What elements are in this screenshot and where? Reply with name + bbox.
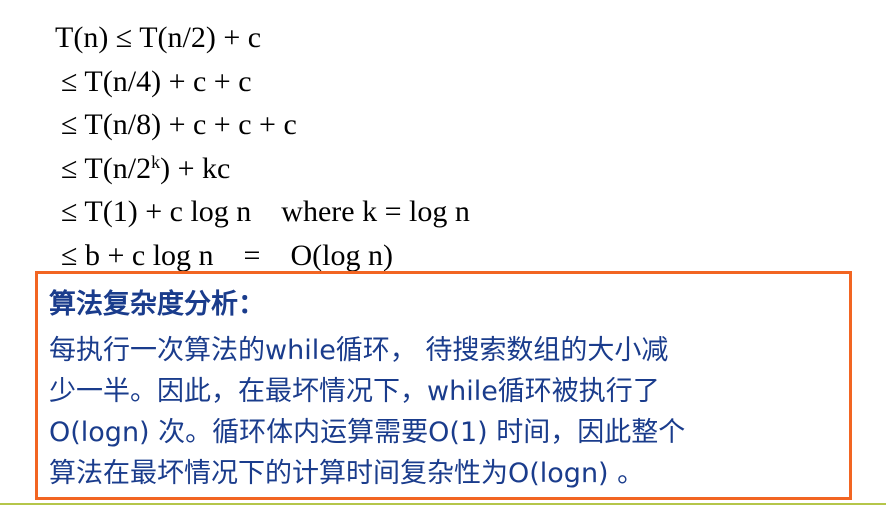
analysis-line-2: 少一半。因此，在最坏情况下，while循环被执行了 bbox=[49, 376, 660, 407]
analysis-line-1: 每执行一次算法的while循环， 待搜索数组的大小减 bbox=[49, 335, 669, 366]
recurrence-derivation: T(n) ≤ T(n/2) + c ≤ T(n/4) + c + c ≤ T(n… bbox=[55, 16, 470, 277]
complexity-analysis-box: 算法复杂度分析： 每执行一次算法的while循环， 待搜索数组的大小减 少一半。… bbox=[35, 271, 852, 500]
derivation-line-3: ≤ T(n/8) + c + c + c bbox=[61, 108, 297, 141]
derivation-line-4-post: ) + kc bbox=[160, 151, 231, 185]
footer-divider bbox=[0, 503, 886, 505]
analysis-body: 每执行一次算法的while循环， 待搜索数组的大小减 少一半。因此，在最坏情况下… bbox=[49, 330, 849, 494]
derivation-exponent-k: k bbox=[151, 151, 161, 172]
derivation-line-5: ≤ T(1) + c log n where k = log n bbox=[61, 195, 470, 228]
derivation-line-2: ≤ T(n/4) + c + c bbox=[61, 64, 252, 98]
analysis-line-4: 算法在最坏情况下的计算时间复杂性为O(logn) 。 bbox=[49, 458, 645, 489]
analysis-line-3: O(logn) 次。循环体内运算需要O(1) 时间，因此整个 bbox=[49, 417, 686, 448]
derivation-line-4: ≤ T(n/2k) + kc bbox=[55, 147, 470, 191]
analysis-title: 算法复杂度分析： bbox=[49, 289, 265, 320]
derivation-line-4-pre: ≤ T(n/2 bbox=[61, 151, 152, 185]
derivation-line-1: T(n) ≤ T(n/2) + c bbox=[55, 21, 262, 54]
